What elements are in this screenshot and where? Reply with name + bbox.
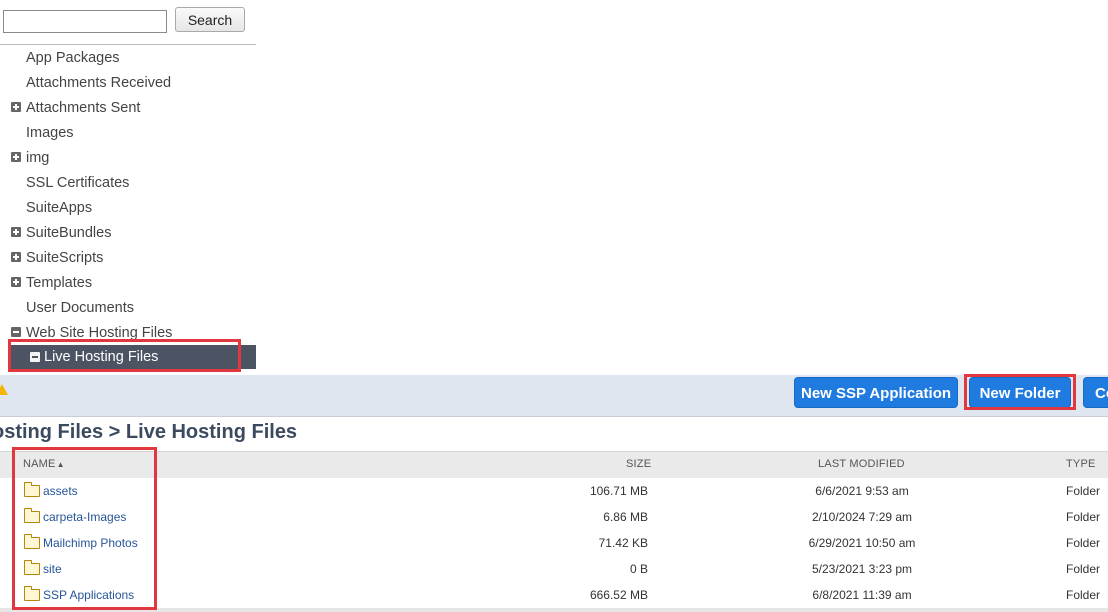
table-row[interactable]: Mailchimp Photos 71.42 KB 6/29/2021 10:5… — [0, 530, 1108, 557]
search-button[interactable]: Search — [175, 7, 245, 32]
tree-item-label: App Packages — [26, 50, 120, 66]
table-row[interactable]: site 0 B 5/23/2021 3:23 pm Folder — [0, 556, 1108, 583]
folder-name-link[interactable]: Mailchimp Photos — [43, 530, 138, 556]
new-ssp-application-button[interactable]: New SSP Application — [794, 377, 958, 408]
folder-type: Folder — [1066, 588, 1101, 602]
tree-item-label: Web Site Hosting Files — [26, 325, 173, 341]
truncated-toolbar-button[interactable]: Co — [1083, 377, 1108, 408]
tree-item-label: Attachments Received — [26, 75, 172, 91]
tree-item-label: Images — [26, 125, 74, 141]
expand-plus-icon[interactable] — [11, 252, 21, 262]
table-row[interactable]: SSP Applications 666.52 MB 6/8/2021 11:3… — [0, 582, 1108, 609]
sort-ascending-icon: ▲ — [56, 460, 65, 469]
tree-item-label: Attachments Sent — [26, 100, 141, 116]
tree-item-label: SSL Certificates — [26, 175, 130, 191]
tree-item-label: User Documents — [26, 300, 134, 316]
folder-type: Folder — [1066, 562, 1101, 576]
tree-item-label: Live Hosting Files — [44, 349, 159, 365]
tree-item-label: img — [26, 150, 50, 166]
column-header-name[interactable]: NAME▲ — [23, 458, 65, 470]
expand-plus-icon[interactable] — [11, 102, 21, 112]
expand-plus-icon[interactable] — [11, 152, 21, 162]
folder-last-modified: 5/23/2021 3:23 pm — [811, 562, 913, 576]
collapse-minus-icon[interactable] — [30, 352, 40, 362]
tree-item-label: SuiteScripts — [26, 250, 104, 266]
folder-size: 106.71 MB — [589, 484, 648, 498]
folder-last-modified: 6/29/2021 10:50 am — [808, 536, 916, 550]
new-folder-button[interactable]: New Folder — [969, 377, 1071, 408]
expand-plus-icon[interactable] — [11, 227, 21, 237]
folder-size: 71.42 KB — [598, 536, 648, 550]
folder-name-link[interactable]: site — [43, 556, 62, 582]
folder-icon — [24, 482, 40, 497]
column-header-last-modified[interactable]: LAST MODIFIED — [818, 458, 905, 470]
tree-item-label: SuiteBundles — [26, 225, 112, 241]
table-row[interactable]: assets 106.71 MB 6/6/2021 9:53 am Folder — [0, 478, 1108, 505]
collapse-minus-icon[interactable] — [11, 327, 21, 337]
folder-size: 6.86 MB — [603, 510, 648, 524]
folder-last-modified: 6/6/2021 9:53 am — [815, 484, 909, 498]
folder-last-modified: 2/10/2024 7:29 am — [811, 510, 913, 524]
warning-icon — [0, 384, 8, 395]
folder-type: Folder — [1066, 536, 1101, 550]
tree-item-label: SuiteApps — [26, 200, 93, 216]
folder-icon — [24, 560, 40, 575]
table-row[interactable]: carpeta-Images 6.86 MB 2/10/2024 7:29 am… — [0, 504, 1108, 531]
folder-icon — [24, 508, 40, 523]
divider — [0, 44, 256, 45]
folder-name-link[interactable]: SSP Applications — [43, 582, 134, 608]
folder-icon — [24, 586, 40, 601]
expand-plus-icon[interactable] — [11, 277, 21, 287]
column-header-type[interactable]: TYPE — [1066, 458, 1096, 470]
column-header-name-label: NAME — [23, 458, 56, 470]
tree-item-label: Templates — [26, 275, 93, 291]
folder-last-modified: 6/8/2021 11:39 am — [812, 588, 912, 602]
column-header-size[interactable]: SIZE — [626, 458, 651, 470]
page-title: osting Files > Live Hosting Files — [0, 421, 298, 443]
folder-name-link[interactable]: carpeta-Images — [43, 504, 126, 530]
folder-size: 0 B — [629, 562, 648, 576]
folder-size: 666.52 MB — [589, 588, 648, 602]
folder-icon — [24, 534, 40, 549]
search-input[interactable] — [3, 10, 167, 33]
folder-type: Folder — [1066, 484, 1101, 498]
folder-type: Folder — [1066, 510, 1101, 524]
table-footer — [0, 608, 1108, 612]
folder-name-link[interactable]: assets — [43, 478, 78, 504]
tree-item-live-hosting-files[interactable]: Live Hosting Files — [10, 345, 256, 369]
table-header — [0, 451, 1108, 480]
